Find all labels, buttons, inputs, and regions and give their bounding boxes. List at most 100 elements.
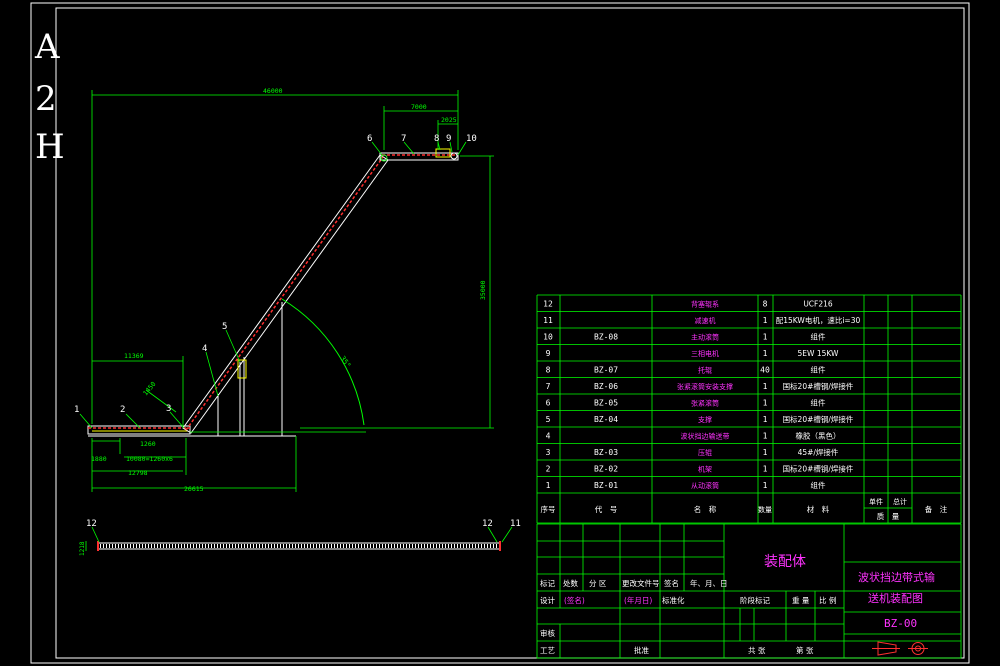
sheet-size-2: 2	[35, 79, 57, 119]
dim-lower-length: 11369	[124, 352, 144, 360]
part-qty: 1	[763, 333, 768, 342]
part-no: 8	[546, 366, 551, 375]
part-material: 45#/焊接件	[798, 447, 839, 457]
title-block	[536, 523, 962, 659]
part-code: BZ-01	[594, 481, 618, 490]
balloon-2: 2	[120, 405, 125, 415]
balloon-labels: 1 2 3 4 5 6 7 8 9 10	[74, 134, 477, 415]
part-qty: 1	[763, 448, 768, 457]
balloon-1: 1	[74, 405, 79, 415]
part-name: 张紧滚筒	[691, 399, 719, 408]
sheet-size-a: A	[34, 27, 60, 67]
title-block-texts: 标记 处数 分 区 更改文件号 签名 年、月、日 设计 (签名) (年月日) 标…	[540, 554, 935, 655]
tb-zone: 分 区	[589, 579, 607, 588]
part-qty: 40	[760, 366, 770, 375]
parts-table: 12 背塞辊系 8 UCF21611 减速机 1 配15KW电机，速比i=3010 BZ-08…	[536, 294, 962, 524]
header-note: 备 注	[925, 504, 948, 514]
part-qty: 1	[763, 415, 768, 424]
tb-sheet-no: 第 张	[796, 645, 814, 655]
plan-strip: 1218 12 12 11	[79, 519, 521, 556]
tb-design: 设计	[540, 595, 555, 605]
part-name: 托辊	[698, 366, 712, 375]
header-weight: 质 量	[877, 511, 900, 521]
tb-review: 审核	[540, 628, 555, 638]
part-name: 张紧滚筒安装支撑	[677, 382, 733, 391]
part-no: 10	[543, 333, 553, 342]
tb-change-doc: 更改文件号	[622, 578, 660, 588]
part-material: 配15KW电机，速比i=30	[776, 315, 861, 325]
dim-incline-small: 1450	[141, 380, 157, 397]
projection-symbol-icon	[872, 641, 928, 656]
part-no: 7	[546, 382, 551, 391]
part-name: 主动滚筒	[691, 333, 719, 342]
part-name: 从动滚筒	[691, 481, 719, 490]
part-name: 三相电机	[691, 349, 719, 358]
part-no: 11	[543, 316, 553, 325]
part-material: 5EW 15KW	[798, 349, 840, 358]
part-name: 机架	[698, 465, 712, 474]
part-no: 12	[543, 300, 553, 309]
part-code: BZ-04	[594, 415, 618, 424]
balloon-9: 9	[446, 134, 451, 144]
dim-tail-left: 1880	[91, 455, 107, 463]
part-material: UCF216	[803, 300, 833, 309]
dim-tail-pitch: 1260	[140, 440, 156, 448]
dim-top-length: 7000	[411, 103, 427, 111]
strip-height-dim: 1218	[79, 541, 86, 556]
part-name: 支撑	[698, 415, 712, 424]
part-code: BZ-07	[594, 366, 618, 375]
part-qty: 1	[763, 349, 768, 358]
part-no: 6	[546, 399, 551, 408]
part-code: BZ-08	[594, 333, 618, 342]
tb-count: 处数	[563, 578, 578, 588]
part-qty: 1	[763, 432, 768, 441]
header-code: 代 号	[595, 504, 618, 514]
balloon-12-right: 12	[482, 519, 493, 529]
part-no: 5	[546, 415, 551, 424]
balloon-4: 4	[202, 344, 207, 354]
part-material: 国标20#槽钢/焊接件	[783, 381, 854, 391]
tb-weight: 重 量	[792, 596, 810, 605]
tb-sheets-total: 共 张	[748, 646, 766, 655]
dim-top-small: 2025	[441, 116, 457, 124]
incline-belt	[185, 156, 384, 431]
part-name: 波状挡边输送带	[681, 432, 730, 441]
part-name: 压辊	[698, 448, 712, 457]
part-material: 组件	[811, 480, 826, 490]
part-no: 9	[546, 349, 551, 358]
inner-frame	[55, 7, 965, 659]
part-material: 组件	[811, 332, 826, 342]
header-name: 名 称	[694, 504, 717, 514]
part-material: 组件	[811, 398, 826, 408]
balloon-5: 5	[222, 322, 227, 332]
part-code: BZ-02	[594, 465, 618, 474]
leader-lines	[79, 141, 467, 429]
tb-date: 年、月、日	[690, 578, 728, 588]
sheet-size-h: H	[35, 127, 65, 167]
part-no: 2	[546, 465, 551, 474]
balloon-8: 8	[434, 134, 439, 144]
balloon-3: 3	[166, 404, 171, 414]
header-single: 单件	[869, 497, 883, 506]
part-material: 组件	[811, 365, 826, 375]
part-name: 背塞辊系	[691, 300, 719, 309]
outer-frame	[30, 2, 970, 664]
dim-tail-series: 10080=1260x6	[126, 455, 173, 463]
tb-stage: 阶段标记	[740, 595, 770, 605]
angle-label: 35°	[338, 355, 352, 370]
part-code: BZ-05	[594, 399, 618, 408]
balloon-7: 7	[401, 134, 406, 144]
tb-signature: 签名	[664, 578, 679, 588]
part-material: 橡胶（黑色）	[796, 431, 841, 441]
part-qty: 1	[763, 465, 768, 474]
dim-height: 35000	[479, 280, 487, 300]
dim-base-mid: 12798	[128, 469, 148, 477]
part-qty: 8	[763, 300, 768, 309]
tb-scale: 比 例	[819, 595, 836, 605]
tb-mark: 标记	[540, 578, 555, 588]
header-total: 总计	[893, 497, 907, 506]
header-material: 材 料	[807, 504, 830, 514]
part-qty: 1	[763, 316, 768, 325]
part-code: BZ-03	[594, 448, 618, 457]
part-material: 国标20#槽钢/焊接件	[783, 414, 854, 424]
